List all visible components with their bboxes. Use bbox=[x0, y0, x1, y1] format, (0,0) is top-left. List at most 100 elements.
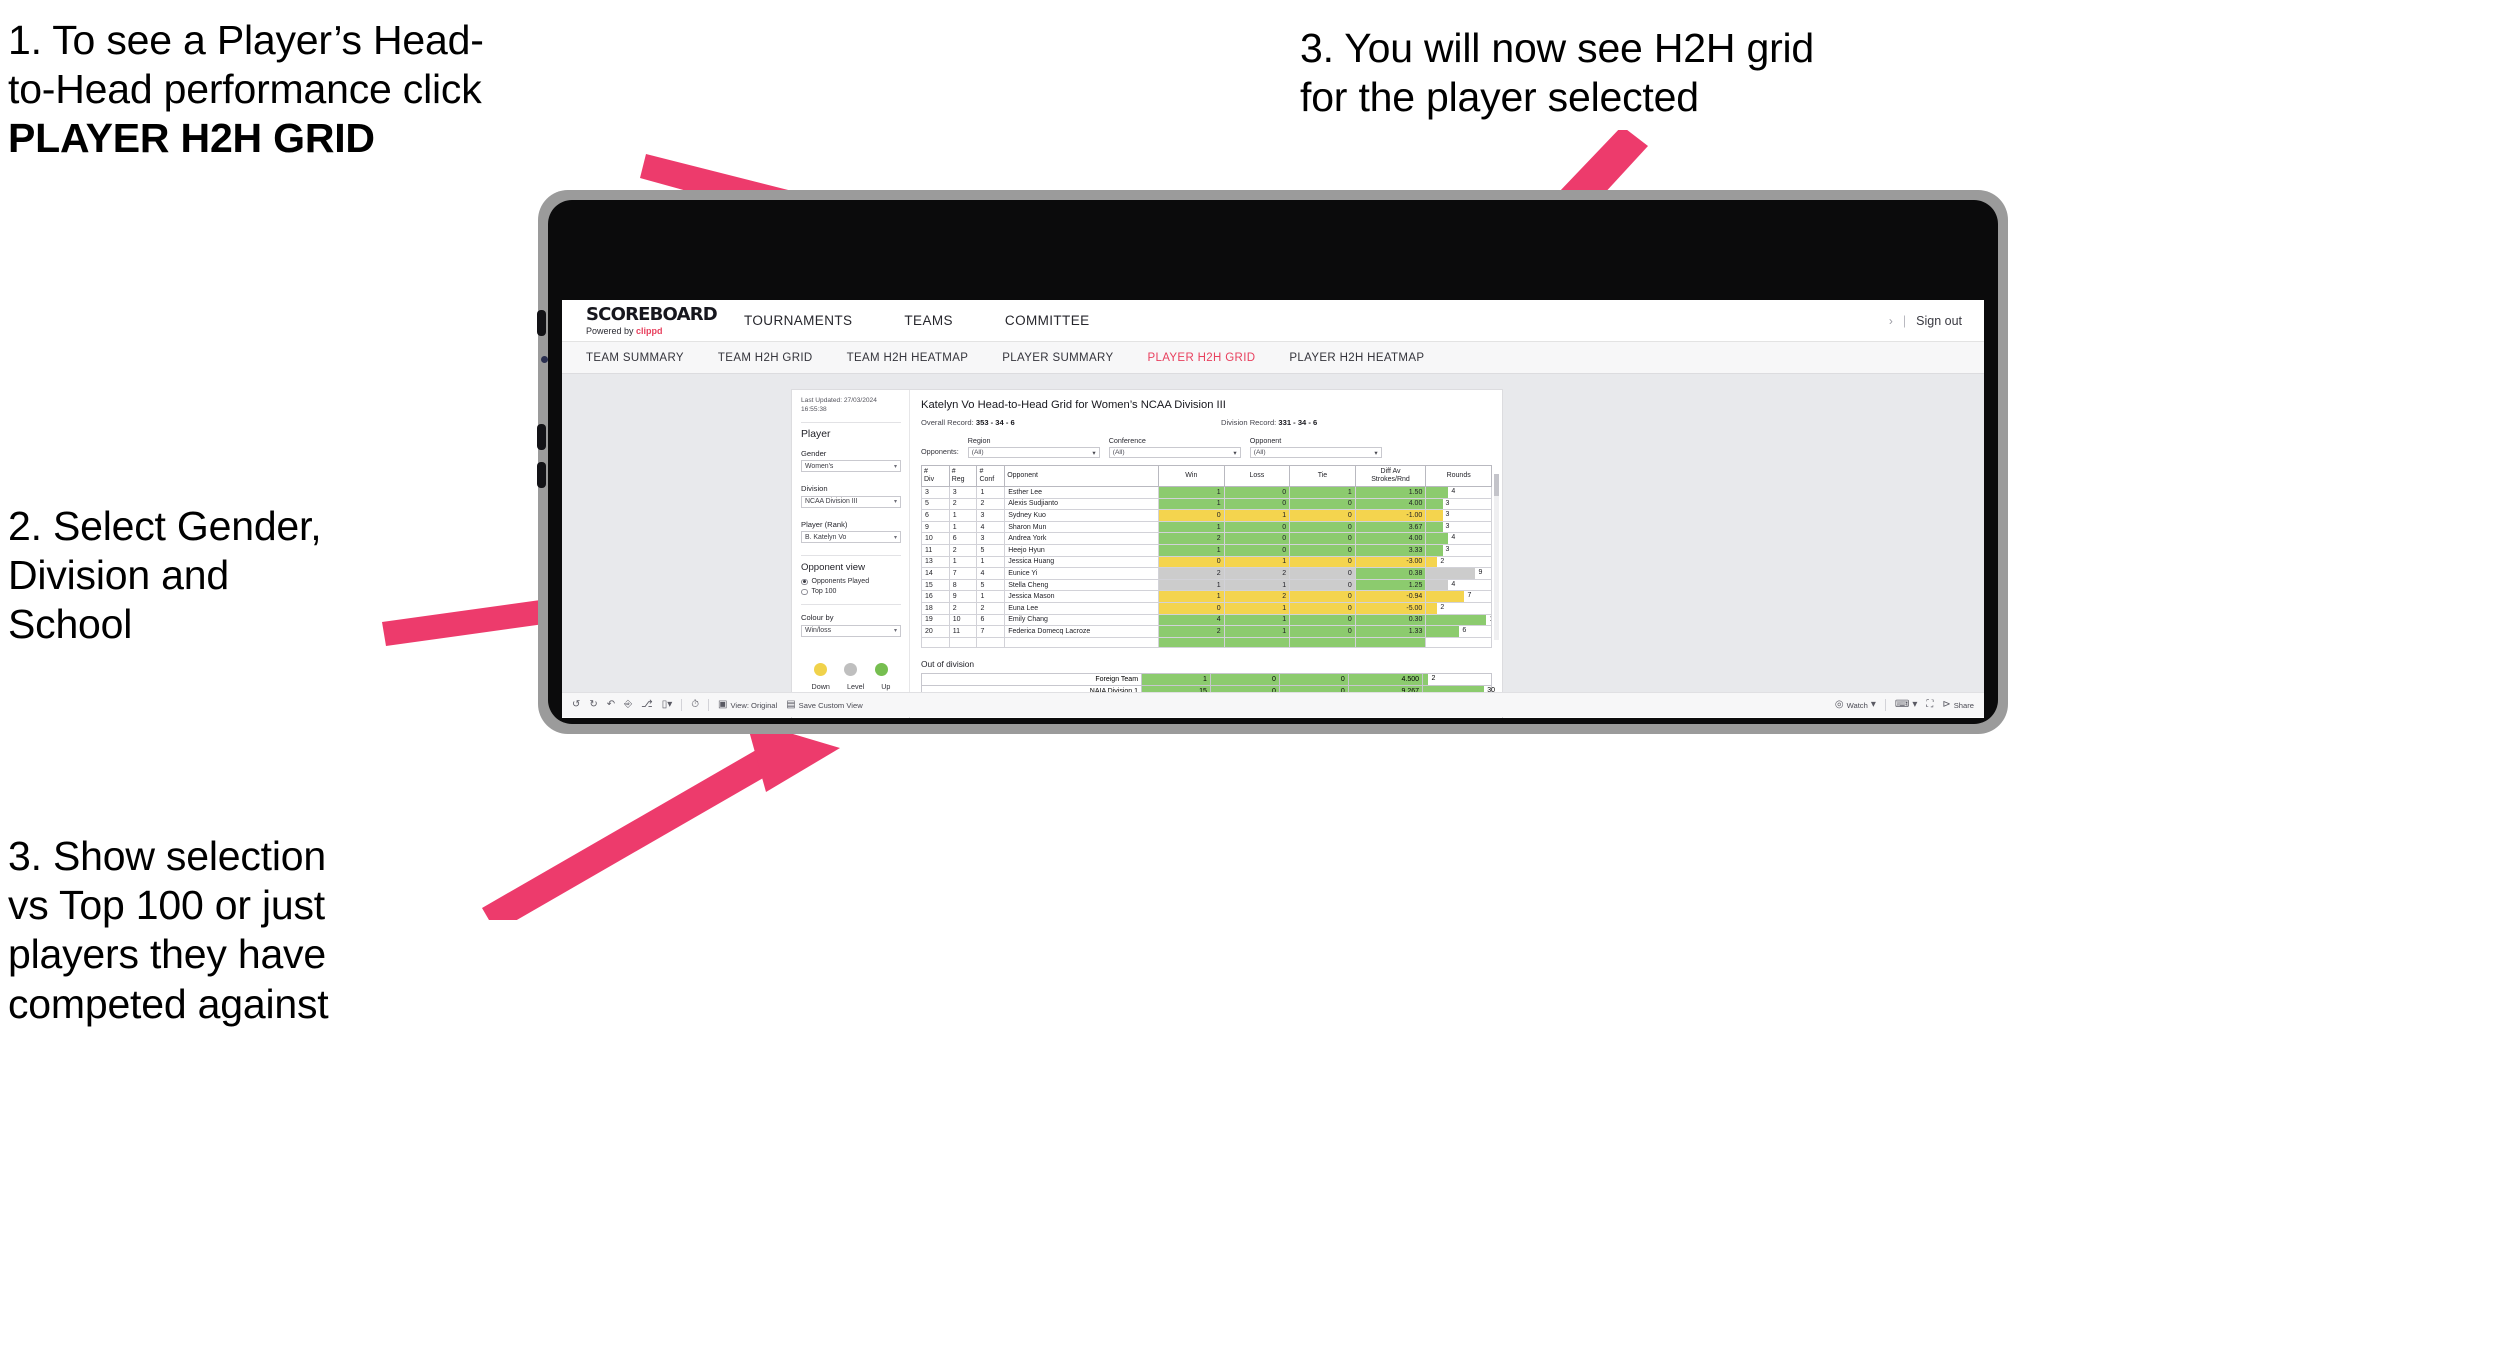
tablet-button-mid bbox=[537, 424, 546, 450]
tab-player-h2h-heatmap[interactable]: PLAYER H2H HEATMAP bbox=[1289, 352, 1424, 364]
toolbar-divider bbox=[1884, 699, 1886, 711]
tab-team-h2h-heatmap[interactable]: TEAM H2H HEATMAP bbox=[847, 352, 969, 364]
col-reg[interactable]: # Reg bbox=[948, 464, 978, 488]
table-row[interactable]: 5 2 2 Alexis Sudjianto 1 0 0 4.00 3 bbox=[921, 497, 1492, 511]
radio-top-100[interactable]: Top 100 bbox=[801, 588, 901, 595]
annotation-step-1-text: 1. To see a Player’s Head- to-Head perfo… bbox=[8, 17, 484, 113]
player-filter-heading: Player bbox=[801, 428, 831, 440]
tab-player-summary[interactable]: PLAYER SUMMARY bbox=[1002, 352, 1113, 364]
table-row[interactable]: 11 2 5 Heejo Hyun 1 0 0 3.33 3 bbox=[921, 544, 1492, 557]
cell-conf: 5 bbox=[976, 578, 1006, 592]
table-row[interactable]: 18 2 2 Euna Lee 0 1 0 -5.00 2 bbox=[921, 602, 1492, 615]
cell-reg: 2 bbox=[948, 497, 978, 511]
rounds-value: 3 bbox=[1445, 511, 1450, 519]
division-record-value: 331 - 34 - 6 bbox=[1278, 418, 1318, 427]
col-rounds[interactable]: Rounds bbox=[1425, 464, 1492, 488]
table-row[interactable]: 9 1 4 Sharon Mun 1 0 0 3.67 3 bbox=[921, 520, 1492, 534]
cell-div: 9 bbox=[921, 520, 950, 534]
col-opponent[interactable]: Opponent bbox=[1004, 464, 1160, 488]
nav-tournaments[interactable]: TOURNAMENTS bbox=[718, 300, 878, 341]
table-row[interactable]: 6 1 3 Sydney Kuo 0 1 0 -1.00 3 bbox=[921, 509, 1492, 522]
cell-conf: 3 bbox=[976, 532, 1006, 546]
rounds-bar bbox=[1426, 510, 1443, 521]
cell-diff: 1.50 bbox=[1354, 486, 1427, 499]
cell-win: 1 bbox=[1158, 486, 1225, 499]
cell-div: 3 bbox=[921, 486, 950, 499]
cell-div: 18 bbox=[921, 602, 950, 615]
app-logo[interactable]: SCOREBOARD Powered by clippd bbox=[562, 305, 718, 336]
gender-select[interactable]: Women's ▾ bbox=[801, 460, 901, 473]
table-row-partial bbox=[921, 636, 1492, 649]
player-rank-select[interactable]: B. Katelyn Vo ▾ bbox=[801, 531, 901, 544]
cell-opponent: Heejo Hyun bbox=[1004, 544, 1160, 557]
rounds-bar bbox=[1426, 545, 1443, 556]
table-row[interactable]: 14 7 4 Eunice Yi 2 2 0 0.38 9 bbox=[921, 567, 1492, 580]
save-custom-view-button[interactable]: ▤ Save Custom View bbox=[786, 700, 862, 710]
cell-rounds: 9 bbox=[1425, 567, 1492, 580]
cell-rounds: 3 bbox=[1425, 509, 1492, 522]
overall-record-value: 353 - 34 - 6 bbox=[975, 418, 1015, 427]
cell-opponent: Alexis Sudjianto bbox=[1004, 497, 1160, 511]
table-row[interactable]: 16 9 1 Jessica Mason 1 2 0 -0.94 7 bbox=[921, 590, 1492, 604]
metric-icon[interactable]: ⏱ bbox=[691, 700, 699, 710]
cell-conf: 4 bbox=[976, 567, 1006, 580]
cell-rounds: 4 bbox=[1425, 486, 1492, 499]
radio-opponents-played[interactable]: Opponents Played bbox=[801, 578, 901, 585]
cell-rounds: 3 bbox=[1425, 497, 1492, 511]
colour-by-select[interactable]: Win/loss ▾ bbox=[801, 624, 901, 637]
cell-tie: 0 bbox=[1289, 544, 1356, 557]
rounds-bar bbox=[1426, 626, 1460, 637]
tab-team-h2h-grid[interactable]: TEAM H2H GRID bbox=[718, 352, 813, 364]
table-row[interactable]: 3 3 1 Esther Lee 1 0 1 1.50 4 bbox=[921, 486, 1492, 499]
divider bbox=[801, 604, 901, 606]
region-select[interactable]: (All) ▾ bbox=[967, 447, 1100, 458]
cell-diff: 0.30 bbox=[1354, 613, 1427, 627]
col-conf[interactable]: # Conf bbox=[976, 464, 1006, 488]
sign-out-button[interactable]: Sign out bbox=[1916, 314, 1962, 328]
view-original-button[interactable]: ▣ View: Original bbox=[718, 700, 777, 710]
radio-icon-unselected bbox=[801, 588, 808, 596]
watch-button[interactable]: ◎ Watch ▾ bbox=[1835, 700, 1876, 710]
cell-reg: 3 bbox=[948, 486, 978, 499]
cell-diff: -3.00 bbox=[1354, 555, 1427, 569]
col-tie[interactable]: Tie bbox=[1289, 464, 1356, 488]
redo-icon[interactable]: ↻ bbox=[589, 700, 597, 710]
tab-player-h2h-grid[interactable]: PLAYER H2H GRID bbox=[1147, 352, 1255, 364]
rounds-bar bbox=[1426, 568, 1476, 579]
opponent-value: (All) bbox=[1253, 449, 1266, 456]
cell-win: 1 bbox=[1158, 497, 1225, 511]
conference-select[interactable]: (All) ▾ bbox=[1108, 447, 1241, 458]
legend-dot-up bbox=[875, 662, 889, 676]
division-select[interactable]: NCAA Division III ▾ bbox=[801, 495, 901, 508]
col-div[interactable]: # Div bbox=[921, 464, 950, 488]
nav-divider: | bbox=[1902, 313, 1907, 328]
pause-icon[interactable]: ⎇ bbox=[641, 700, 653, 710]
undo-icon[interactable]: ↺ bbox=[572, 700, 580, 710]
view-original-label: View: Original bbox=[730, 700, 778, 710]
chevron-right-icon[interactable]: › bbox=[1889, 314, 1893, 328]
col-diff[interactable]: Diff Av Strokes/Rnd bbox=[1354, 464, 1427, 488]
table-row[interactable]: 13 1 1 Jessica Huang 0 1 0 -3.00 2 bbox=[921, 555, 1492, 569]
share-button[interactable]: ⊳ Share bbox=[1942, 700, 1974, 710]
filter-pane: Last Updated: 27/03/2024 16:55:38 Player… bbox=[792, 390, 910, 718]
nav-committee[interactable]: COMMITTEE bbox=[979, 300, 1116, 341]
division-value: NCAA Division III bbox=[805, 498, 858, 506]
tab-team-summary[interactable]: TEAM SUMMARY bbox=[586, 352, 684, 364]
download-button[interactable]: ⌨ ▾ bbox=[1895, 700, 1917, 710]
table-row[interactable]: 20 11 7 Federica Domecq Lacroze 2 1 0 1.33 6 bbox=[921, 625, 1492, 638]
fullscreen-icon[interactable]: ⛶ bbox=[1926, 700, 1933, 710]
refresh-icon[interactable]: ⎆ bbox=[624, 700, 632, 710]
grid-scrollbar[interactable] bbox=[1494, 474, 1499, 640]
out-of-division-row[interactable]: Foreign Team 1 0 0 4.500 2 bbox=[920, 673, 1492, 686]
opponent-select[interactable]: (All) ▾ bbox=[1249, 447, 1382, 458]
table-row[interactable]: 19106Emily Chang4100.3011 bbox=[921, 613, 1492, 627]
table-row[interactable]: 15 8 5 Stella Cheng 1 1 0 1.25 4 bbox=[921, 578, 1492, 592]
highlight-icon[interactable]: ▯▾ bbox=[662, 700, 673, 710]
revert-icon[interactable]: ↶ bbox=[607, 700, 615, 710]
table-row[interactable]: 10 6 3 Andrea York 2 0 0 4.00 4 bbox=[921, 532, 1492, 546]
col-win[interactable]: Win bbox=[1158, 464, 1225, 488]
cell-group-name: Foreign Team bbox=[920, 673, 1143, 686]
nav-teams[interactable]: TEAMS bbox=[878, 300, 979, 341]
grid-scrollbar-thumb[interactable] bbox=[1494, 474, 1499, 496]
col-loss[interactable]: Loss bbox=[1223, 464, 1291, 488]
